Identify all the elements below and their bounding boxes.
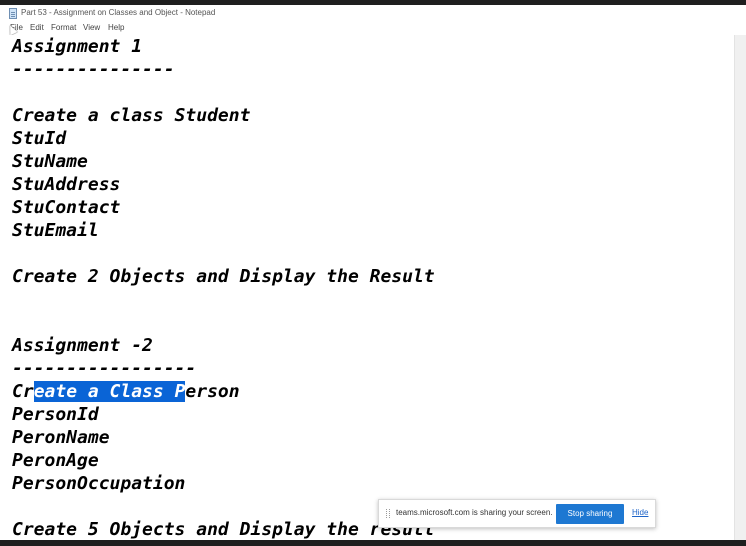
drag-handle-icon[interactable] [386,509,390,518]
editor-line: StuId [12,128,67,149]
editor-line: ----------------- [12,358,197,379]
window-title: Part 53 - Assignment on Classes and Obje… [21,8,216,17]
editor-line: --------------- [12,59,175,80]
editor-line: StuAddress [12,174,121,195]
menu-bar: File Edit Format View Help [0,23,746,35]
editor-line: StuName [12,151,88,172]
editor-line: PersonId [12,404,99,425]
menu-view[interactable]: View [83,23,100,32]
text-editor[interactable]: Assignment 1 --------------- Create a cl… [0,35,734,546]
editor-line: StuContact [12,197,121,218]
editor-line: Assignment -2 [12,335,153,356]
editor-line: Create 5 Objects and Display the result [12,519,435,540]
screen-sharing-bar: teams.microsoft.com is sharing your scre… [378,499,656,528]
vertical-scrollbar[interactable] [734,35,746,540]
menu-format[interactable]: Format [51,23,76,32]
text-after-selection: erson [185,381,240,402]
editor-line: PeronAge [12,450,99,471]
editor-line: PeronName [12,427,110,448]
text-before-selection: Cr [12,381,34,402]
sharing-message: teams.microsoft.com is sharing your scre… [396,508,553,517]
editor-line: Create 2 Objects and Display the Result [12,266,435,287]
text-selection: eate a Class P [33,381,186,402]
menu-help[interactable]: Help [108,23,124,32]
screen-bottom-bar [0,540,746,546]
title-bar: Part 53 - Assignment on Classes and Obje… [0,5,746,23]
hide-link[interactable]: Hide [632,508,648,517]
stop-sharing-button[interactable]: Stop sharing [556,504,624,524]
notepad-icon [9,8,17,19]
editor-line: PersonOccupation [12,473,186,494]
editor-line: Create a class Student [12,105,251,126]
editor-line-selected: Create a Class Person [12,380,240,403]
editor-line: Assignment 1 [12,36,143,57]
menu-edit[interactable]: Edit [30,23,44,32]
editor-line: StuEmail [12,220,99,241]
